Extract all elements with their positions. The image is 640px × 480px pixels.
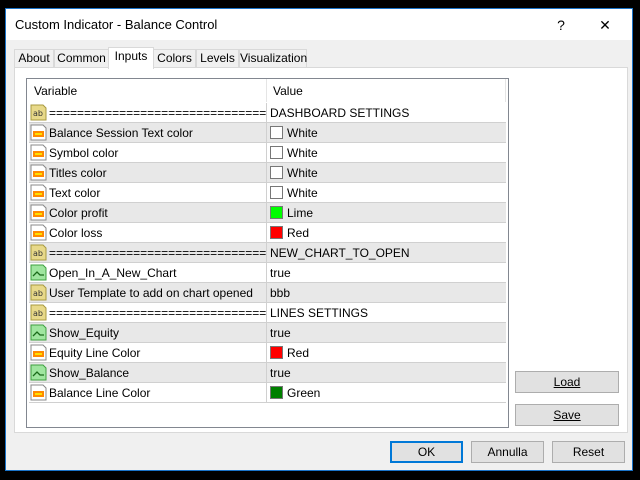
bool-param-icon bbox=[30, 324, 47, 341]
variable-name: Color profit bbox=[49, 206, 108, 220]
load-label: Load bbox=[553, 375, 581, 389]
variable-value[interactable]: White bbox=[287, 126, 318, 140]
variable-name: Equity Line Color bbox=[49, 346, 141, 360]
table-row[interactable]: ab =============================== NEW_CHA… bbox=[29, 243, 506, 263]
variable-name: Show_Balance bbox=[49, 366, 130, 380]
table-row[interactable]: Balance Line Color Green bbox=[29, 383, 506, 403]
tab-levels[interactable]: Levels bbox=[196, 49, 239, 68]
variable-name: User Template to add on chart opened bbox=[49, 286, 253, 300]
text-param-icon: ab bbox=[30, 284, 47, 301]
variable-value[interactable]: Lime bbox=[287, 206, 313, 220]
tab-inputs[interactable]: Inputs bbox=[108, 47, 154, 69]
variable-value[interactable]: LINES SETTINGS bbox=[270, 306, 368, 320]
tab-colors[interactable]: Colors bbox=[153, 49, 196, 68]
variable-name: Open_In_A_New_Chart bbox=[49, 266, 177, 280]
table-row[interactable]: Show_Balance true bbox=[29, 363, 506, 383]
close-button[interactable]: ✕ bbox=[590, 13, 620, 37]
ok-button[interactable]: OK bbox=[390, 441, 463, 463]
color-swatch[interactable] bbox=[270, 206, 283, 219]
text-param-icon: ab bbox=[30, 244, 47, 261]
inputs-panel: Variable Value ab =======================… bbox=[14, 67, 628, 433]
title-bar: Custom Indicator - Balance Control ? ✕ bbox=[6, 9, 632, 40]
table-row[interactable]: ab =============================== DASHBOA… bbox=[29, 103, 506, 123]
color-swatch[interactable] bbox=[270, 346, 283, 359]
save-label: Save bbox=[553, 408, 581, 422]
bool-param-icon bbox=[30, 264, 47, 281]
table-row[interactable]: ab =============================== LINES S… bbox=[29, 303, 506, 323]
table-row[interactable]: Titles color White bbox=[29, 163, 506, 183]
variable-name: Titles color bbox=[49, 166, 107, 180]
variable-value[interactable]: true bbox=[270, 326, 291, 340]
color-param-icon bbox=[30, 184, 47, 201]
variable-value[interactable]: true bbox=[270, 266, 291, 280]
table-row[interactable]: Balance Session Text color White bbox=[29, 123, 506, 143]
svg-text:ab: ab bbox=[33, 289, 43, 298]
svg-text:ab: ab bbox=[33, 249, 43, 258]
column-header-value[interactable]: Value bbox=[273, 84, 303, 98]
svg-text:ab: ab bbox=[33, 109, 43, 118]
text-param-icon: ab bbox=[30, 304, 47, 321]
bool-param-icon bbox=[30, 364, 47, 381]
color-swatch[interactable] bbox=[270, 126, 283, 139]
variable-value[interactable]: White bbox=[287, 146, 318, 160]
variable-name: =============================== bbox=[49, 246, 267, 260]
table-row[interactable]: Open_In_A_New_Chart true bbox=[29, 263, 506, 283]
reset-button[interactable]: Reset bbox=[552, 441, 625, 463]
color-swatch[interactable] bbox=[270, 386, 283, 399]
dialog-title: Custom Indicator - Balance Control bbox=[15, 17, 218, 32]
load-button[interactable]: Load bbox=[515, 371, 619, 393]
table-row[interactable]: Symbol color White bbox=[29, 143, 506, 163]
variable-value[interactable]: White bbox=[287, 166, 318, 180]
color-swatch[interactable] bbox=[270, 226, 283, 239]
table-row[interactable]: ab User Template to add on chart opened bb… bbox=[29, 283, 506, 303]
variable-value[interactable]: White bbox=[287, 186, 318, 200]
variable-value[interactable]: Red bbox=[287, 226, 309, 240]
table-row[interactable]: Show_Equity true bbox=[29, 323, 506, 343]
variable-name: Show_Equity bbox=[49, 326, 120, 340]
inputs-table: Variable Value ab =======================… bbox=[26, 78, 509, 428]
color-param-icon bbox=[30, 384, 47, 401]
color-param-icon bbox=[30, 144, 47, 161]
variable-value[interactable]: bbb bbox=[270, 286, 290, 300]
color-swatch[interactable] bbox=[270, 146, 283, 159]
variable-value[interactable]: DASHBOARD SETTINGS bbox=[270, 106, 409, 120]
table-header: Variable Value bbox=[27, 79, 508, 102]
table-row[interactable]: Color loss Red bbox=[29, 223, 506, 243]
color-swatch[interactable] bbox=[270, 166, 283, 179]
variable-name: Color loss bbox=[49, 226, 103, 240]
table-row[interactable]: Color profit Lime bbox=[29, 203, 506, 223]
text-param-icon: ab bbox=[30, 104, 47, 121]
variable-value[interactable]: Green bbox=[287, 386, 320, 400]
table-row[interactable]: Equity Line Color Red bbox=[29, 343, 506, 363]
color-param-icon bbox=[30, 224, 47, 241]
tab-common[interactable]: Common bbox=[54, 49, 109, 68]
variable-name: Symbol color bbox=[49, 146, 119, 160]
save-button[interactable]: Save bbox=[515, 404, 619, 426]
color-param-icon bbox=[30, 124, 47, 141]
variable-value[interactable]: true bbox=[270, 366, 291, 380]
variable-value[interactable]: Red bbox=[287, 346, 309, 360]
table-row[interactable]: Text color White bbox=[29, 183, 506, 203]
help-button[interactable]: ? bbox=[546, 13, 576, 37]
color-param-icon bbox=[30, 164, 47, 181]
variable-name: =============================== bbox=[49, 306, 267, 320]
custom-indicator-dialog: Custom Indicator - Balance Control ? ✕ A… bbox=[5, 8, 633, 471]
variable-name: Balance Line Color bbox=[49, 386, 151, 400]
svg-text:ab: ab bbox=[33, 309, 43, 318]
color-param-icon bbox=[30, 344, 47, 361]
tab-about[interactable]: About bbox=[14, 49, 54, 68]
column-header-variable[interactable]: Variable bbox=[34, 84, 77, 98]
cancel-button[interactable]: Annulla bbox=[471, 441, 544, 463]
tab-visualization[interactable]: Visualization bbox=[239, 49, 307, 68]
color-param-icon bbox=[30, 204, 47, 221]
color-swatch[interactable] bbox=[270, 186, 283, 199]
variable-name: =============================== bbox=[49, 106, 267, 120]
variable-name: Text color bbox=[49, 186, 101, 200]
variable-name: Balance Session Text color bbox=[49, 126, 193, 140]
variable-value[interactable]: NEW_CHART_TO_OPEN bbox=[270, 246, 410, 260]
